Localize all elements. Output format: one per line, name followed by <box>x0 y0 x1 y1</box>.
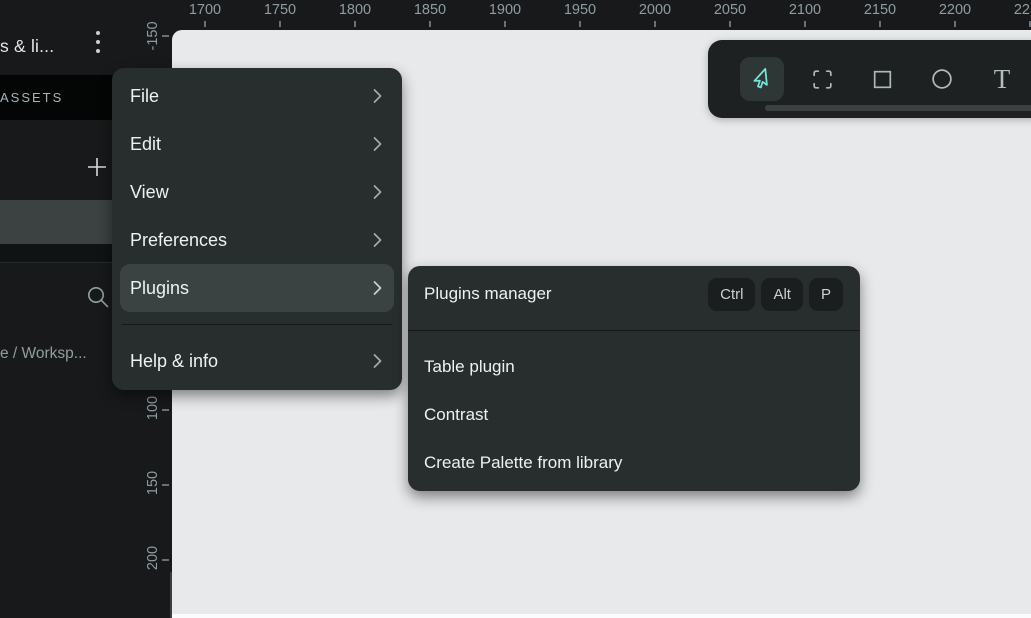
menu-item-edit[interactable]: Edit <box>120 120 394 168</box>
ruler-tick <box>162 484 169 486</box>
chevron-right-icon <box>373 184 382 200</box>
ruler-tick <box>162 409 169 411</box>
ruler-tick <box>654 21 656 27</box>
menu-item-label: Plugins <box>130 278 189 299</box>
shortcut-chips: Ctrl Alt P <box>708 278 843 311</box>
board-tool-button[interactable] <box>800 57 844 101</box>
library-path-item[interactable]: e / Worksp... <box>0 345 110 363</box>
ruler-tick <box>162 559 169 561</box>
ruler-label: 1800 <box>339 2 371 18</box>
move-tool-button[interactable] <box>740 57 784 101</box>
submenu-item-plugins-manager[interactable]: Plugins manager Ctrl Alt P <box>408 270 860 318</box>
chevron-right-icon <box>373 136 382 152</box>
menu-item-plugins[interactable]: Plugins <box>120 264 394 312</box>
ruler-label: 1850 <box>414 2 446 18</box>
ruler-label: 2150 <box>864 2 896 18</box>
menu-item-label: Preferences <box>130 230 227 251</box>
toolbar-scrollbar[interactable] <box>765 105 1031 111</box>
board-icon <box>810 67 835 92</box>
shortcut-key: P <box>809 278 843 311</box>
chevron-right-icon <box>373 232 382 248</box>
text-tool-icon: T <box>994 64 1011 95</box>
rectangle-tool-button[interactable] <box>860 57 904 101</box>
text-tool-button[interactable]: T <box>980 57 1024 101</box>
workspace: 1700 1750 1800 1850 1900 1950 2000 2050 … <box>0 0 1031 618</box>
ellipse-tool-button[interactable] <box>920 57 964 101</box>
shortcut-key: Ctrl <box>708 278 755 311</box>
ruler-label: 150 <box>145 471 161 495</box>
horizontal-scrollbar[interactable] <box>172 614 1031 618</box>
menu-item-label: File <box>130 86 159 107</box>
tool-bar: T <box>708 40 1031 118</box>
ruler-label: 100 <box>145 396 161 420</box>
main-menu: File Edit View Preferences Plugins <box>112 68 402 390</box>
submenu-item-table-plugin[interactable]: Table plugin <box>408 343 860 391</box>
ellipse-icon <box>929 66 955 92</box>
menu-item-file[interactable]: File <box>120 72 394 120</box>
ruler-label: 2050 <box>714 2 746 18</box>
menu-item-label: View <box>130 182 169 203</box>
chevron-right-icon <box>373 280 382 296</box>
ruler-tick <box>579 21 581 27</box>
rectangle-icon <box>870 67 895 92</box>
ruler-label: 1700 <box>189 2 221 18</box>
menu-item-label: Help & info <box>130 351 218 372</box>
submenu-item-create-palette[interactable]: Create Palette from library <box>408 439 860 487</box>
ruler-label: 200 <box>145 546 161 570</box>
ruler-tick <box>279 21 281 27</box>
ruler-label: 2200 <box>939 2 971 18</box>
menu-separator <box>122 324 392 325</box>
chevron-right-icon <box>373 353 382 369</box>
ruler-label: 2100 <box>789 2 821 18</box>
ruler-tick <box>204 21 206 27</box>
ruler-label: 2250 <box>1014 2 1031 18</box>
submenu-separator <box>408 330 860 331</box>
ruler-label: -150 <box>145 21 161 50</box>
menu-item-help-info[interactable]: Help & info <box>120 337 394 385</box>
search-icon <box>85 284 111 310</box>
vertical-scrollbar[interactable] <box>170 572 172 618</box>
sidebar-title: s & li... <box>0 36 54 57</box>
menu-item-label: Edit <box>130 134 161 155</box>
ruler-tick <box>879 21 881 27</box>
ruler-tick <box>729 21 731 27</box>
ruler-tick <box>354 21 356 27</box>
ruler-tick <box>804 21 806 27</box>
plugins-submenu: Plugins manager Ctrl Alt P Table plugin … <box>408 266 860 491</box>
submenu-item-label: Plugins manager <box>424 284 552 304</box>
ruler-label: 2000 <box>639 2 671 18</box>
menu-item-preferences[interactable]: Preferences <box>120 216 394 264</box>
chevron-right-icon <box>373 88 382 104</box>
ruler-tick <box>954 21 956 27</box>
add-asset-button[interactable] <box>84 154 110 180</box>
ruler-label: 1900 <box>489 2 521 18</box>
kebab-menu-icon[interactable] <box>89 24 107 60</box>
ruler-tick <box>504 21 506 27</box>
shortcut-key: Alt <box>761 278 803 311</box>
submenu-item-label: Create Palette from library <box>424 453 622 473</box>
submenu-item-label: Contrast <box>424 405 488 425</box>
plus-icon <box>84 154 110 180</box>
menu-item-view[interactable]: View <box>120 168 394 216</box>
ruler-tick <box>162 35 169 37</box>
submenu-item-label: Table plugin <box>424 357 515 377</box>
cursor-icon <box>749 66 775 92</box>
ruler-label: 1750 <box>264 2 296 18</box>
submenu-item-contrast[interactable]: Contrast <box>408 391 860 439</box>
ruler-tick <box>429 21 431 27</box>
search-button[interactable] <box>85 284 111 310</box>
ruler-label: 1950 <box>564 2 596 18</box>
